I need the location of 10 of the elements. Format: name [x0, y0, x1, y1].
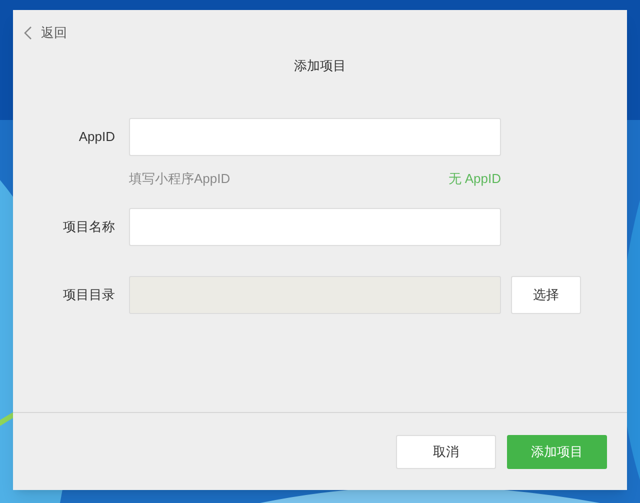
- field-hint: 填写小程序AppID: [129, 170, 230, 188]
- field-label: 项目名称: [63, 218, 115, 236]
- chevron-left-icon: [23, 26, 33, 40]
- dialog-title: 添加项目: [294, 57, 346, 75]
- back-button[interactable]: 返回: [23, 23, 67, 43]
- field-label: 项目目录: [63, 286, 115, 304]
- field-label: AppID: [78, 128, 115, 146]
- cancel-button[interactable]: 取消: [396, 434, 496, 468]
- input-field[interactable]: [129, 208, 501, 246]
- input-field[interactable]: [129, 118, 501, 156]
